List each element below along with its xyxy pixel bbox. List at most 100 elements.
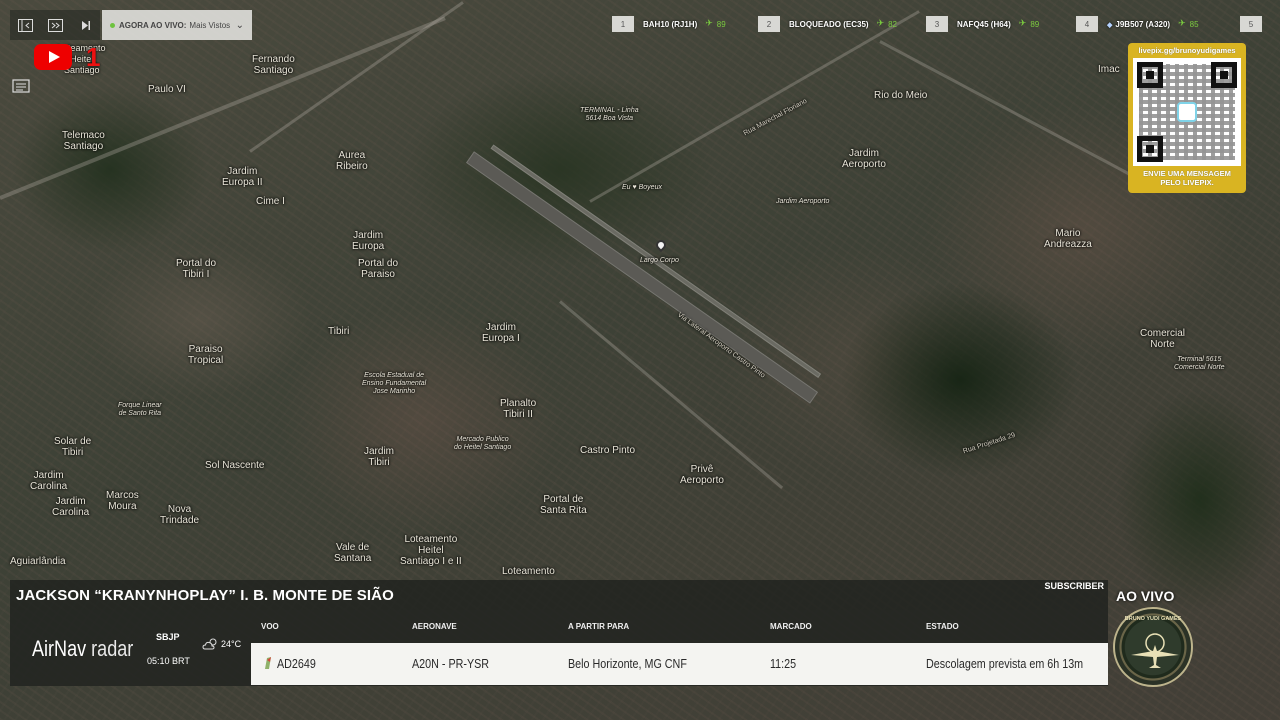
plane-icon: ✈ — [1018, 19, 1027, 29]
flight-table: VOO AERONAVE A PARTIR PARA MARCADO ESTAD… — [251, 610, 1108, 686]
next-button[interactable] — [70, 10, 100, 40]
map-label: Mario Andreazza — [1044, 228, 1092, 250]
flight-ranking: 1 BAH10 (RJ1H) ✈ 89 2 BLOQUEADO (EC35) ✈… — [612, 14, 1272, 34]
chevron-down-icon: ⌄ — [235, 19, 244, 31]
cell-flight: AD2649 — [277, 657, 316, 671]
live-label: AO VIVO — [1116, 588, 1175, 604]
map-label: Mercado Publico do Heitel Santiago — [454, 436, 512, 451]
now-live-value: Mais Vistos — [189, 20, 231, 30]
youtube-icon[interactable] — [34, 44, 72, 70]
flag-icon: ◆ — [1107, 21, 1113, 29]
ranking-name: NAFQ45 (H64) — [957, 19, 1011, 29]
map-label: Rio do Meio — [874, 90, 928, 101]
table-row[interactable]: AD2649 A20N - PR-YSR Belo Horizonte, MG … — [251, 643, 1108, 685]
livepix-logo-icon — [1177, 102, 1197, 122]
map-label: Privê Aeroporto — [680, 464, 724, 486]
ranking-item[interactable]: 5 — [1240, 14, 1262, 34]
weather: 24°C — [202, 637, 241, 651]
channel-badge-logo[interactable]: BRUNO YUDI GAMES — [1113, 607, 1193, 687]
map-label: Imac — [1098, 64, 1120, 75]
cell-aircraft: A20N - PR-YSR — [412, 657, 490, 671]
ranking-name: ◆ J9B507 (A320) — [1107, 19, 1171, 29]
ranking-score: 89 — [1030, 19, 1040, 29]
ranking-score: 85 — [1189, 19, 1199, 29]
ranking-name: BLOQUEADO (EC35) — [789, 19, 869, 29]
map-label: Planalto Tibiri II — [500, 398, 537, 420]
airport-time: 05:10 BRT — [147, 656, 190, 666]
map-label: Jardim Aeroporto — [776, 198, 830, 205]
north-road — [249, 1, 464, 153]
map-label: Forque Linear de Santo Rita — [118, 402, 162, 417]
map-label: Cime I — [256, 196, 285, 207]
map-label: Rua Projetada 29 — [962, 431, 1017, 456]
header-scheduled: MARCADO — [770, 622, 812, 631]
map-label: Terminal 5615 Comercial Norte — [1174, 356, 1225, 371]
map-label: Escola Estadual de Ensino Fundamental Jose… — [362, 372, 427, 395]
map-label: Fernando Santiago — [252, 54, 295, 76]
map-label: Solar de Tibiri — [54, 436, 92, 458]
map-label: Sol Nascente — [205, 460, 265, 471]
expand-button[interactable] — [40, 10, 70, 40]
ranking-item[interactable]: 1 BAH10 (RJ1H) ✈ 89 — [612, 14, 726, 34]
airplane-emblem-icon — [1131, 633, 1179, 668]
sponsor-name: JACKSON “KRANYNHOPLAY” I. B. MONTE DE SI… — [16, 586, 394, 604]
map-label: Telemaco Santiago — [62, 130, 105, 152]
ranking-item[interactable]: 2 BLOQUEADO (EC35) ✈ 82 — [758, 14, 897, 34]
collapse-sidebar-button[interactable] — [10, 10, 40, 40]
header-aircraft: AERONAVE — [412, 622, 457, 631]
map-label: Aguiarlândia — [10, 556, 66, 567]
list-icon[interactable] — [12, 78, 30, 94]
ranking-position: 4 — [1076, 16, 1098, 32]
airnav-logo: AirNav radar — [32, 636, 134, 661]
cell-status: Descolagem prevista em 6h 13m — [926, 657, 1084, 671]
qr-code-icon — [1133, 58, 1241, 166]
ranking-item[interactable]: 3 NAFQ45 (H64) ✈ 89 — [926, 14, 1039, 34]
map-label: Jardim Aeroporto — [842, 148, 886, 170]
map-label: Portal do Paraiso — [358, 258, 399, 280]
ranking-position: 3 — [926, 16, 948, 32]
cell-route: Belo Horizonte, MG CNF — [568, 657, 687, 671]
header-flight: VOO — [261, 622, 279, 631]
map-label: Castro Pinto — [580, 445, 636, 456]
map-label: Jardim Europa I — [482, 322, 520, 344]
ranking-position: 1 — [612, 16, 634, 32]
now-live-dropdown[interactable]: AGORA AO VIVO: Mais Vistos ⌄ — [102, 10, 252, 40]
flight-table-header: VOO AERONAVE A PARTIR PARA MARCADO ESTAD… — [251, 610, 1108, 643]
ranking-score: 89 — [716, 19, 726, 29]
ranking-item[interactable]: 4 ◆ J9B507 (A320) ✈ 85 — [1076, 14, 1199, 34]
ranking-position: 2 — [758, 16, 780, 32]
map-label: Paulo VI — [148, 84, 186, 95]
plane-icon: ✈ — [876, 19, 885, 29]
partly-cloudy-icon — [202, 638, 217, 650]
livepix-url: livepix.gg/brunoyudigames — [1138, 46, 1236, 55]
temperature: 24°C — [221, 639, 242, 649]
map-label: Jardim Europa — [352, 230, 385, 252]
map-label: Largo Corpo — [640, 257, 679, 264]
flight-info-panel: AirNav radar SBJP 05:10 BRT 24°C VOO AER… — [10, 610, 1108, 686]
map-label: Vale de Santana — [334, 542, 372, 564]
map-label: Jardim Carolina — [52, 496, 90, 518]
map-label: Portal do Tibiri I — [176, 258, 217, 280]
skip-next-icon — [81, 20, 90, 30]
east-road — [879, 40, 1146, 184]
map-label: TERMINAL - Linha 5614 Boa Vista — [580, 107, 639, 122]
livepix-qr-panel[interactable]: livepix.gg/brunoyudigames ENVIE UMA MENS… — [1128, 43, 1246, 193]
map-label: Paraiso Tropical — [188, 344, 224, 366]
map-label: Nova Trindade — [160, 504, 200, 526]
map-label: Via Lateral Aeroporto Castro Pinto — [676, 311, 767, 380]
map-label: Marcos Moura — [106, 490, 139, 512]
airline-tail-icon — [265, 657, 271, 669]
cell-scheduled: 11:25 — [770, 657, 797, 671]
top-controls: AGORA AO VIVO: Mais Vistos ⌄ — [10, 10, 252, 40]
map-label: Jardim Tibiri — [364, 446, 395, 468]
sidebar-collapse-icon — [17, 18, 33, 32]
now-live-label: AGORA AO VIVO: — [119, 20, 187, 30]
location-pin-icon[interactable] — [653, 237, 669, 253]
map-label: Aurea Ribeiro — [336, 150, 368, 172]
header-route: A PARTIR PARA — [568, 622, 630, 631]
map-label: Comercial Norte — [1140, 328, 1186, 350]
map-label: Rua Marechal Floriano — [742, 97, 809, 138]
airport-code: SBJP — [156, 632, 180, 642]
youtube-counter: 1 — [86, 42, 101, 72]
plane-icon: ✈ — [705, 19, 713, 29]
